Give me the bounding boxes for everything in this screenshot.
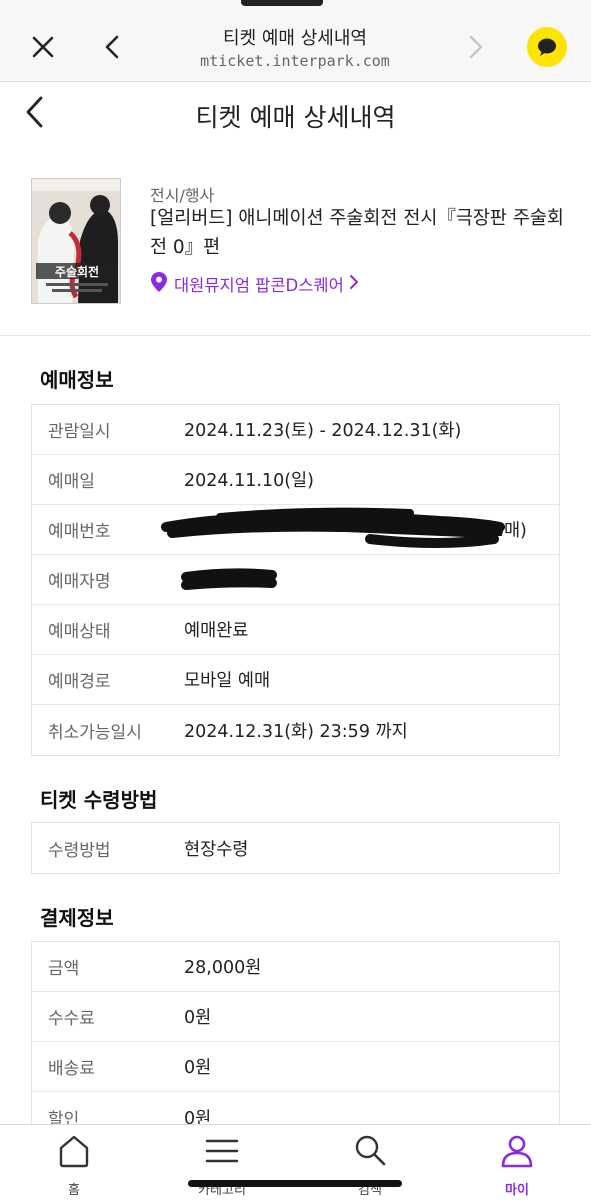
bottom-navigation: 홈 카테고리 검색 마이 bbox=[0, 1124, 591, 1200]
location-pin-icon bbox=[150, 271, 168, 297]
table-row: 예매자명 bbox=[32, 555, 559, 605]
row-label: 예매경로 bbox=[48, 672, 111, 692]
row-value: 현장수령 bbox=[184, 839, 249, 860]
nav-label: 홈 bbox=[68, 1183, 80, 1198]
row-label: 예매상태 bbox=[48, 622, 111, 642]
ticket-receipt-table: 수령방법 현장수령 bbox=[31, 822, 560, 874]
poster-image[interactable]: 주술회전 bbox=[31, 178, 121, 304]
product-category: 전시/행사 bbox=[150, 186, 215, 205]
row-label: 배송료 bbox=[48, 1059, 95, 1079]
row-label: 예매번호 bbox=[48, 522, 111, 542]
ticket-count: (2매) bbox=[486, 521, 527, 541]
chevron-right-icon bbox=[348, 274, 360, 294]
table-row: 수수료 0원 bbox=[32, 992, 559, 1042]
home-indicator bbox=[188, 1180, 402, 1187]
row-label: 수령방법 bbox=[48, 840, 111, 861]
booking-status: 예매완료 bbox=[184, 621, 249, 641]
row-label: 취소가능일시 bbox=[48, 722, 142, 743]
row-value: 28,000원 bbox=[184, 958, 262, 978]
row-value: 모바일 예매 bbox=[184, 671, 271, 691]
payment-info-table: 금액 28,000원 수수료 0원 배송료 0원 할인 0원 bbox=[31, 941, 560, 1143]
row-value: 0원 bbox=[184, 1058, 212, 1078]
booking-info-title: 예매정보 bbox=[40, 368, 114, 392]
nav-item-my[interactable]: 마이 bbox=[467, 1125, 567, 1200]
booking-info-table: 관람일시 2024.11.23(토) - 2024.12.31(화) 예매일 2… bbox=[31, 404, 560, 756]
table-row: 예매일 2024.11.10(일) bbox=[32, 455, 559, 505]
nav-item-search[interactable]: 검색 bbox=[320, 1125, 420, 1200]
table-row: 배송료 0원 bbox=[32, 1042, 559, 1092]
poster-title-text: 주술회전 bbox=[55, 264, 99, 279]
kakaotalk-icon[interactable] bbox=[527, 27, 567, 67]
menu-icon bbox=[205, 1133, 239, 1169]
row-value: 2024.12.31(화) 23:59 까지 bbox=[184, 721, 408, 742]
ticket-receipt-title: 티켓 수령방법 bbox=[40, 788, 158, 812]
nav-item-category[interactable]: 카테고리 bbox=[172, 1125, 272, 1200]
row-value: 2024.11.10(일) bbox=[184, 471, 314, 491]
row-label: 예매자명 bbox=[48, 572, 111, 592]
row-label: 수수료 bbox=[48, 1009, 95, 1029]
browser-url: mticket.interpark.com bbox=[200, 52, 390, 70]
table-row: 예매번호 (2매) bbox=[32, 505, 559, 555]
redaction-scribble bbox=[181, 568, 277, 590]
browser-forward-icon[interactable] bbox=[458, 30, 492, 64]
home-icon bbox=[57, 1133, 91, 1169]
page-header: 티켓 예매 상세내역 bbox=[0, 82, 591, 150]
row-label: 예매일 bbox=[48, 472, 95, 492]
browser-back-icon[interactable] bbox=[96, 30, 130, 64]
row-label: 금액 bbox=[48, 959, 80, 979]
close-icon[interactable] bbox=[26, 30, 60, 64]
row-label: 관람일시 bbox=[48, 422, 111, 442]
row-value: 0원 bbox=[184, 1008, 212, 1028]
venue-name[interactable]: 대원뮤지엄 팝콘D스퀘어 bbox=[174, 272, 344, 296]
page-title: 티켓 예매 상세내역 bbox=[195, 103, 396, 132]
redaction-scribble bbox=[161, 507, 505, 548]
table-row: 금액 28,000원 bbox=[32, 942, 559, 992]
browser-toolbar: 티켓 예매 상세내역 mticket.interpark.com bbox=[0, 0, 591, 82]
status-bar-notch bbox=[241, 0, 323, 6]
nav-label: 마이 bbox=[505, 1183, 529, 1198]
venue-link[interactable]: 대원뮤지엄 팝콘D스퀘어 bbox=[150, 272, 360, 296]
table-row: 관람일시 2024.11.23(토) - 2024.12.31(화) bbox=[32, 405, 559, 455]
table-row: 취소가능일시 2024.12.31(화) 23:59 까지 bbox=[32, 705, 559, 755]
table-row: 예매경로 모바일 예매 bbox=[32, 655, 559, 705]
product-title[interactable]: [얼리버드] 애니메이션 주술회전 전시『극장판 주술회전 0』편 bbox=[150, 204, 570, 262]
row-value: 2024.11.23(토) - 2024.12.31(화) bbox=[184, 421, 462, 441]
payment-info-title: 결제정보 bbox=[40, 906, 114, 930]
product-summary[interactable]: 주술회전 전시/행사 [얼리버드] 애니메이션 주술회전 전시『극장판 주술회전… bbox=[0, 150, 591, 336]
person-icon bbox=[500, 1133, 534, 1169]
nav-item-home[interactable]: 홈 bbox=[24, 1125, 124, 1200]
browser-page-title: 티켓 예매 상세내역 bbox=[223, 28, 367, 49]
search-icon bbox=[353, 1133, 387, 1169]
table-row: 수령방법 현장수령 bbox=[32, 823, 559, 873]
table-row: 예매상태 예매완료 bbox=[32, 605, 559, 655]
